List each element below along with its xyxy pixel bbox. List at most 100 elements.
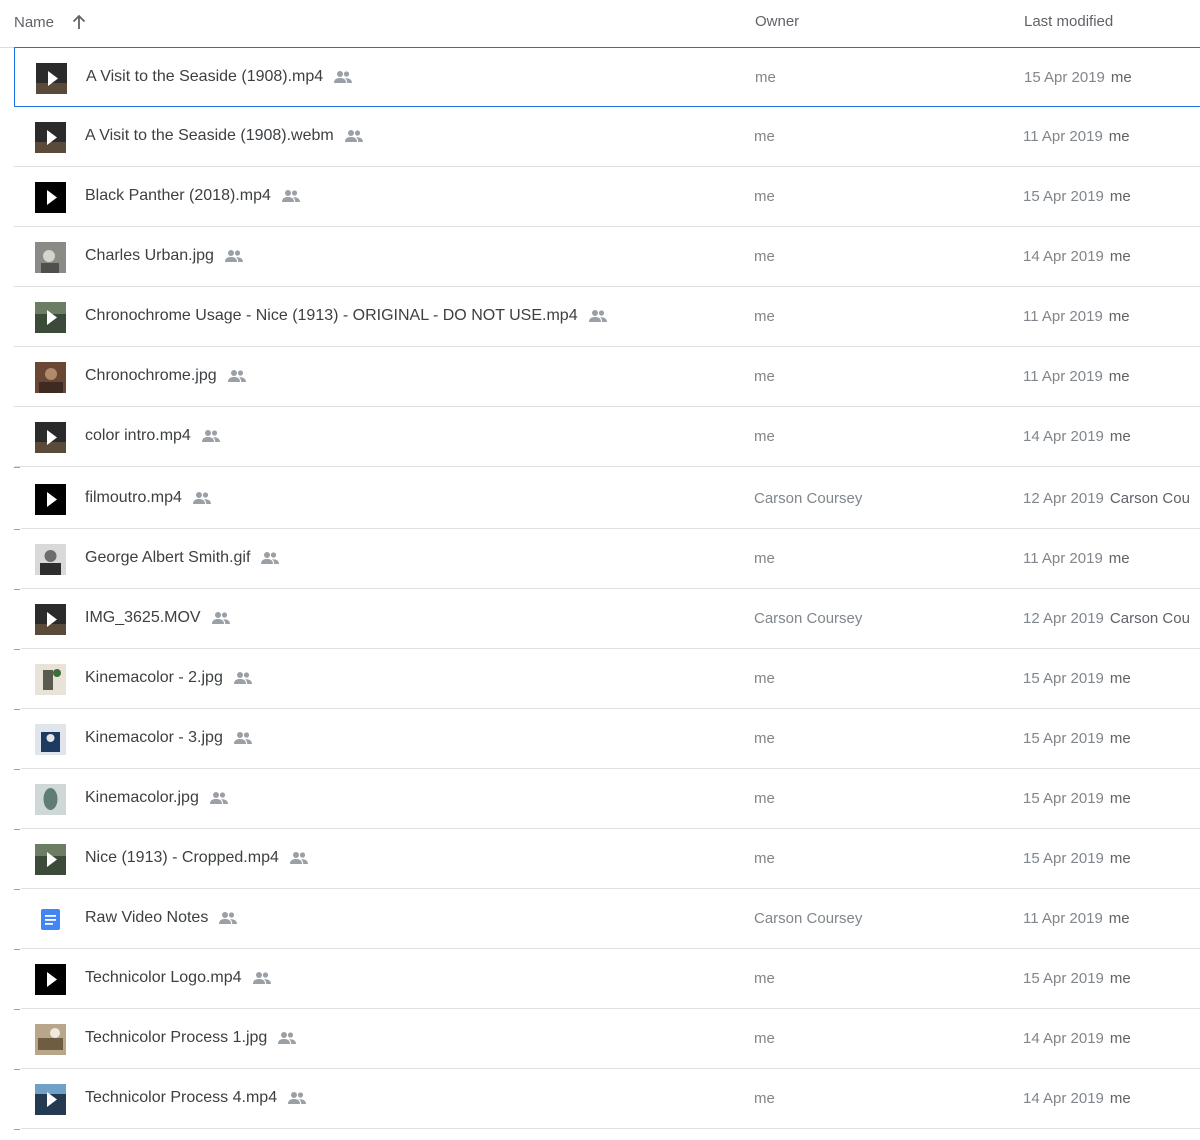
video-thumbnail-icon [35, 604, 66, 635]
arrow-up-icon[interactable] [70, 13, 88, 31]
modified-date: 14 Apr 2019 [1023, 1030, 1104, 1047]
modified-date: 14 Apr 2019 [1023, 428, 1104, 445]
image-thumbnail-icon [35, 242, 66, 273]
last-modified-column-header[interactable]: Last modified [1024, 13, 1113, 30]
modified-date: 15 Apr 2019 [1023, 730, 1104, 747]
shared-people-icon [224, 249, 244, 263]
file-row[interactable]: Raw Video Notes Carson Coursey 11 Apr 2019… [21, 889, 1200, 949]
modified-date: 11 Apr 2019 [1023, 308, 1103, 325]
file-name: Kinemacolor - 3.jpg [85, 729, 253, 747]
file-name: Charles Urban.jpg [85, 247, 244, 265]
file-row[interactable]: Technicolor Process 1.jpg me 14 Apr 2019 me [21, 1009, 1200, 1069]
image-thumbnail-icon [35, 664, 66, 695]
modified-by: Carson Cou [1109, 610, 1190, 627]
modified-date: 15 Apr 2019 [1023, 850, 1104, 867]
file-name: Kinemacolor - 2.jpg [85, 669, 253, 687]
file-row[interactable]: A Visit to the Seaside (1908).webm me 11 A… [14, 107, 1200, 167]
file-last-modified: 15 Apr 2019 me [1023, 670, 1131, 687]
file-owner: me [754, 850, 775, 867]
image-thumbnail-icon [35, 784, 66, 815]
name-column-header[interactable]: Name [14, 13, 88, 31]
file-last-modified: 14 Apr 2019 me [1023, 428, 1131, 445]
row-divider-tick [14, 1009, 20, 1010]
row-divider-tick [14, 829, 20, 830]
file-row[interactable]: A Visit to the Seaside (1908).mp4 me 15 Ap… [14, 47, 1200, 107]
file-name-label: Technicolor Process 1.jpg [85, 1029, 268, 1046]
file-row[interactable]: Nice (1913) - Cropped.mp4 me 15 Apr 2019 me [21, 829, 1200, 889]
row-divider-tick [14, 709, 20, 710]
modified-by: me [1108, 128, 1130, 145]
shared-people-icon [281, 189, 301, 203]
file-name-label: Black Panther (2018).mp4 [85, 187, 271, 204]
name-column-label: Name [14, 13, 55, 31]
file-owner: me [754, 428, 775, 445]
file-row[interactable]: IMG_3625.MOV Carson Coursey 12 Apr 2019 Car… [21, 589, 1200, 649]
row-divider-tick [14, 949, 20, 950]
file-name-label: A Visit to the Seaside (1908).mp4 [86, 68, 324, 85]
shared-people-icon [588, 309, 608, 323]
file-name-label: Charles Urban.jpg [85, 247, 214, 264]
modified-by: me [1109, 1090, 1131, 1107]
file-owner: Carson Coursey [754, 910, 863, 927]
file-owner: Carson Coursey [754, 610, 863, 627]
modified-by: me [1109, 790, 1131, 807]
file-name: Chronochrome.jpg [85, 367, 247, 385]
modified-date: 12 Apr 2019 [1023, 610, 1104, 627]
file-last-modified: 12 Apr 2019 Carson Cou [1023, 610, 1190, 627]
file-name: filmoutro.mp4 [85, 489, 212, 507]
file-row[interactable]: filmoutro.mp4 Carson Coursey 12 Apr 2019 Ca… [21, 469, 1200, 529]
video-thumbnail-icon [35, 844, 66, 875]
video-thumbnail-icon [35, 484, 66, 515]
file-name-label: Technicolor Process 4.mp4 [85, 1089, 278, 1106]
modified-by: me [1108, 308, 1130, 325]
shared-people-icon [192, 491, 212, 505]
video-thumbnail-icon [35, 964, 66, 995]
modified-by: me [1109, 730, 1131, 747]
modified-date: 14 Apr 2019 [1023, 1090, 1104, 1107]
file-name: IMG_3625.MOV [85, 609, 231, 627]
modified-by: me [1109, 850, 1131, 867]
row-divider-tick [14, 1069, 20, 1070]
file-row[interactable]: Charles Urban.jpg me 14 Apr 2019 me [14, 227, 1200, 287]
file-last-modified: 11 Apr 2019 me [1023, 368, 1130, 385]
row-divider-tick [14, 769, 20, 770]
modified-date: 15 Apr 2019 [1023, 970, 1104, 987]
file-name: Technicolor Process 4.mp4 [85, 1089, 307, 1107]
file-name-label: Chronochrome Usage - Nice (1913) - ORIGI… [85, 307, 578, 324]
file-row[interactable]: Technicolor Logo.mp4 me 15 Apr 2019 me [21, 949, 1200, 1009]
file-owner: me [754, 128, 775, 145]
video-thumbnail-icon [35, 122, 66, 153]
file-owner: me [755, 69, 776, 86]
video-thumbnail-icon [35, 1084, 66, 1115]
modified-by: me [1108, 368, 1130, 385]
file-last-modified: 14 Apr 2019 me [1023, 248, 1131, 265]
file-name: A Visit to the Seaside (1908).webm [85, 127, 364, 145]
file-row[interactable]: color intro.mp4 me 14 Apr 2019 me [14, 407, 1200, 467]
shared-people-icon [211, 611, 231, 625]
row-divider-tick [14, 467, 20, 468]
file-last-modified: 15 Apr 2019 me [1023, 790, 1131, 807]
file-name-label: Nice (1913) - Cropped.mp4 [85, 849, 279, 866]
file-owner: me [754, 790, 775, 807]
owner-column-header[interactable]: Owner [755, 13, 799, 30]
file-row[interactable]: Technicolor Process 4.mp4 me 14 Apr 2019 me [21, 1069, 1200, 1129]
video-thumbnail-icon [36, 63, 67, 94]
file-last-modified: 15 Apr 2019 me [1023, 970, 1131, 987]
file-owner: me [754, 248, 775, 265]
file-owner: me [754, 368, 775, 385]
file-name: Technicolor Logo.mp4 [85, 969, 272, 987]
shared-people-icon [277, 1031, 297, 1045]
file-row[interactable]: Kinemacolor - 3.jpg me 15 Apr 2019 me [21, 709, 1200, 769]
file-list-header: Name Owner Last modified [0, 0, 1200, 48]
file-row[interactable]: Chronochrome Usage - Nice (1913) - ORIGI… [14, 287, 1200, 347]
file-row[interactable]: George Albert Smith.gif me 11 Apr 2019 me [21, 529, 1200, 589]
modified-by: me [1108, 910, 1130, 927]
file-row[interactable]: Kinemacolor.jpg me 15 Apr 2019 me [21, 769, 1200, 829]
file-owner: me [754, 1030, 775, 1047]
file-row[interactable]: Black Panther (2018).mp4 me 15 Apr 2019 me [14, 167, 1200, 227]
file-row[interactable]: Kinemacolor - 2.jpg me 15 Apr 2019 me [21, 649, 1200, 709]
row-divider-tick [14, 649, 20, 650]
file-last-modified: 11 Apr 2019 me [1023, 910, 1130, 927]
file-row[interactable]: Chronochrome.jpg me 11 Apr 2019 me [14, 347, 1200, 407]
modified-by: me [1109, 428, 1131, 445]
